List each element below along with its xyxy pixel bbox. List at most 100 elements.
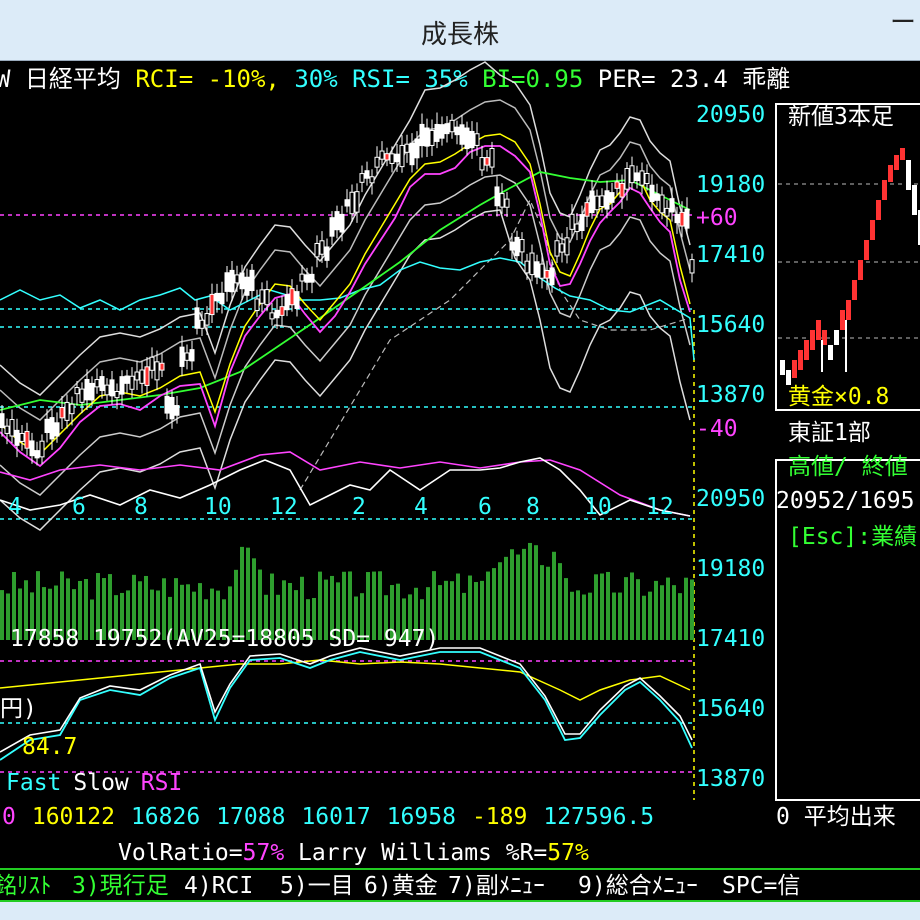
three-line-break-block — [798, 350, 803, 370]
candle-body — [279, 306, 285, 316]
function-key-3[interactable]: 5)一目 — [280, 872, 354, 900]
candle-body — [239, 272, 245, 290]
candle-body — [294, 291, 300, 310]
value-cell-2: 16826 — [130, 804, 201, 830]
values-row: 0 160122 16826 17088 16017 16958 -189 127596.5 — [2, 804, 670, 830]
candle-body — [634, 172, 640, 182]
candle-body — [479, 157, 485, 171]
three-line-break-block — [792, 360, 797, 378]
value-cell-5: 16958 — [386, 804, 456, 830]
candle-body — [74, 387, 80, 395]
candle-body — [404, 143, 410, 153]
axis-label-15640: 15640 — [696, 312, 766, 338]
candle-body — [129, 375, 135, 390]
candle-body — [539, 263, 545, 279]
legend-item-1: Slow — [73, 770, 129, 796]
side-panel-frame — [775, 103, 920, 411]
function-key-7[interactable]: SPC=信 — [722, 872, 800, 900]
function-key-5[interactable]: 7)副ﾒﾆｭｰ — [448, 872, 545, 900]
volume-bar — [528, 542, 532, 640]
three-line-break-block — [894, 155, 899, 170]
function-key-2[interactable]: 4)RCI — [184, 872, 253, 900]
larry-williams-value: 57% — [547, 840, 589, 866]
candle-body — [209, 293, 215, 316]
candle-body — [269, 312, 275, 320]
candle-body — [494, 186, 500, 207]
three-line-break-block — [888, 165, 893, 182]
candle-body — [354, 191, 360, 213]
candle-body — [589, 190, 595, 214]
three-line-break-block — [864, 240, 869, 260]
value-cell-6: -189 — [471, 804, 528, 830]
candle-body — [29, 440, 35, 457]
candle-body — [289, 288, 295, 306]
volume-bar — [540, 565, 544, 640]
candle-body — [244, 276, 250, 296]
function-key-6[interactable]: 9)総合ﾒﾆｭｰ — [578, 872, 698, 900]
candle-body — [424, 127, 430, 147]
three-line-break-block — [804, 340, 809, 360]
volume-bar — [612, 592, 616, 640]
volume-bar — [588, 592, 592, 640]
volume-bar — [474, 582, 478, 640]
candle-body — [4, 425, 10, 434]
candle-body — [79, 388, 85, 403]
candle-body — [364, 170, 370, 179]
volume-bar — [630, 572, 634, 640]
function-key-0[interactable]: 銘ﾘｽﾄ — [0, 872, 52, 900]
function-key-bar: 銘ﾘｽﾄ 3)現行足 4)RCI 5)一目 6)黄金 7)副ﾒﾆｭｰ 9)総合ﾒﾆｭｰ SPC… — [0, 868, 920, 902]
candle-body — [414, 138, 420, 159]
candle-body — [259, 289, 265, 304]
candle-body — [139, 369, 145, 384]
candle-body — [644, 172, 650, 184]
candle-body — [474, 133, 480, 146]
volume-bar — [582, 594, 586, 640]
candle-body — [69, 403, 75, 415]
candle-body — [199, 319, 205, 329]
candle-body — [574, 223, 580, 233]
candle-body — [319, 240, 325, 255]
esc-hint[interactable]: [Esc]:業績 — [788, 524, 917, 550]
lower-axis-19180: 19180 — [696, 556, 766, 582]
candle-body — [299, 273, 305, 282]
candle-body — [304, 274, 310, 283]
candle-body — [119, 376, 125, 395]
candle-body — [359, 173, 365, 183]
function-key-1[interactable]: 3)現行足 — [72, 872, 169, 900]
candle-body — [229, 269, 235, 293]
candle-body — [224, 272, 230, 292]
candle-body — [149, 356, 155, 371]
three-line-break-block — [858, 260, 863, 280]
axis-label-plus60: +60 — [696, 205, 738, 231]
candle-body — [9, 419, 15, 437]
candle-body — [389, 153, 395, 164]
volume-bar — [594, 574, 598, 640]
axis-label-20950-lower: 20950 — [696, 486, 766, 512]
three-line-break-block — [876, 200, 881, 220]
three-line-break-block — [780, 360, 785, 375]
candle-body — [449, 119, 455, 133]
candle-body — [349, 191, 355, 215]
candle-body — [619, 182, 625, 198]
value-cell-0: 0 — [2, 804, 16, 830]
candle-body — [179, 346, 185, 367]
candle-body — [204, 313, 210, 326]
candle-body — [329, 217, 335, 237]
three-line-break-block — [840, 310, 845, 330]
candle-body — [249, 269, 255, 292]
candle-body — [19, 432, 25, 442]
function-key-4[interactable]: 6)黄金 — [364, 872, 438, 900]
candle-body — [564, 237, 570, 256]
volume-bar — [684, 577, 688, 640]
candle-body — [109, 379, 115, 397]
candle-body — [679, 211, 685, 227]
candle-body — [94, 379, 100, 388]
month-label: 2 — [352, 494, 366, 520]
volume-bar — [672, 585, 676, 640]
candle-body — [609, 192, 615, 203]
candle-body — [379, 150, 385, 160]
month-label: 12 — [646, 494, 674, 520]
axis-label-19180: 19180 — [696, 172, 766, 198]
candle-body — [189, 349, 195, 362]
candle-body — [664, 207, 670, 217]
